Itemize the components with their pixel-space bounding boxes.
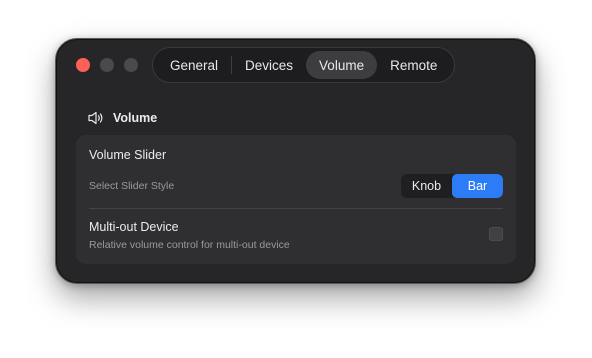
minimize-button[interactable] — [100, 58, 114, 72]
multi-out-title: Multi-out Device — [89, 220, 179, 234]
volume-slider-title: Volume Slider — [89, 148, 167, 162]
segment-knob[interactable]: Knob — [401, 174, 452, 198]
section-header: Volume — [88, 111, 157, 125]
close-button[interactable] — [76, 58, 90, 72]
multi-out-checkbox[interactable] — [489, 227, 503, 241]
slider-style-segmented-control: Knob Bar — [401, 174, 503, 198]
row-divider — [89, 208, 503, 209]
tab-volume[interactable]: Volume — [306, 51, 378, 79]
section-title: Volume — [113, 111, 158, 125]
speaker-icon — [88, 111, 104, 125]
tab-remote[interactable]: Remote — [377, 51, 450, 79]
tab-label: Remote — [390, 57, 438, 73]
tab-label: General — [170, 57, 219, 73]
window-controls — [76, 58, 138, 72]
multi-out-subtitle: Relative volume control for multi-out de… — [89, 239, 290, 251]
tab-devices[interactable]: Devices — [232, 51, 306, 79]
tab-general[interactable]: General — [157, 51, 231, 79]
zoom-button[interactable] — [124, 58, 138, 72]
tab-bar: General Devices Volume Remote — [152, 47, 456, 83]
settings-card: Volume Slider Select Slider Style Knob B… — [76, 135, 516, 264]
settings-window: General Devices Volume Remote Volume Vol… — [55, 38, 536, 284]
tab-label: Volume — [319, 57, 365, 73]
tab-label: Devices — [245, 57, 294, 73]
volume-slider-subtitle: Select Slider Style — [89, 180, 175, 192]
segment-bar[interactable]: Bar — [452, 174, 503, 198]
